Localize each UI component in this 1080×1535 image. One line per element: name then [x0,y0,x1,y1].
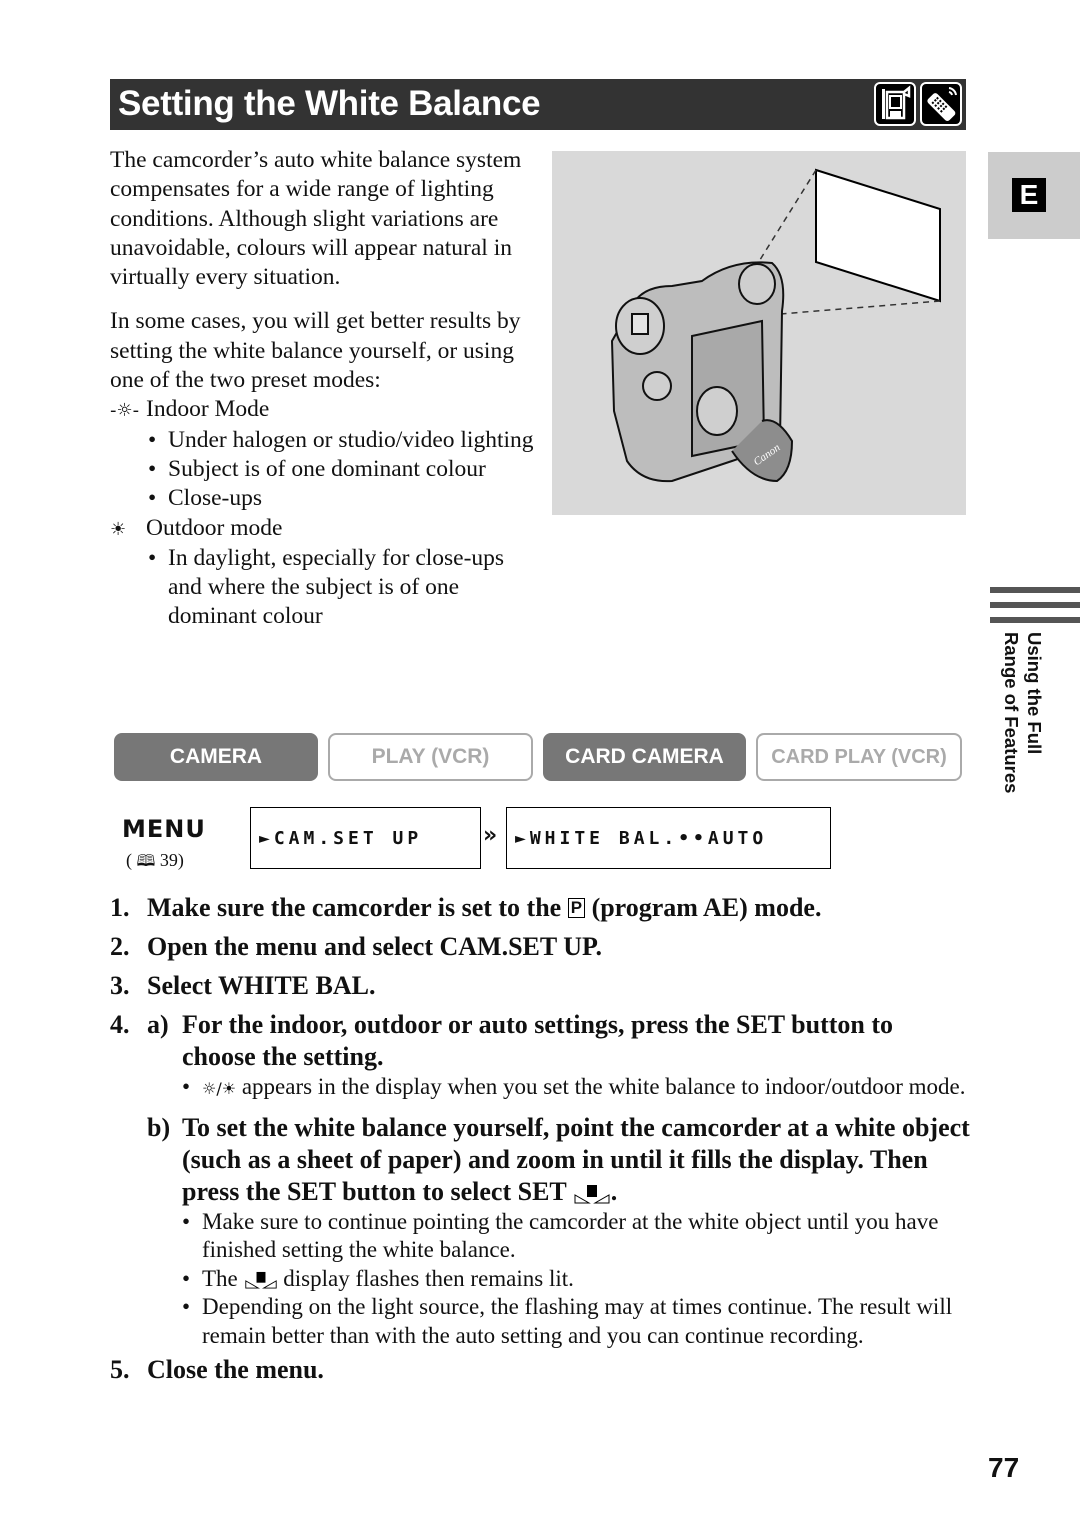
program-ae-icon: P [567,898,586,918]
set-white-balance-icon [574,1184,610,1204]
title-bar: Setting the White Balance [110,79,966,130]
step-3: 3. Select WHITE BAL. [110,971,376,1000]
mode-camera: CAMERA [114,733,318,781]
section-marker-bars [990,587,1080,632]
page-number: 77 [988,1452,1020,1483]
list-item: Close-ups [146,484,540,514]
instruction-steps: 1. Make sure the camcorder is set to the… [110,892,970,1393]
mode-card-play-vcr: CARD PLAY (VCR) [756,733,962,781]
list-item: Under halogen or studio/video lighting [146,426,540,456]
step-1: 1. Make sure the camcorder is set to the… [110,893,822,922]
note-item: ☼/☀ appears in the display when you set … [182,1073,970,1104]
remote-control-icon [920,82,962,126]
page-reference: ( 🕮 39) [126,850,184,870]
lcd-cam-set-up: ►CAM.SET UP [250,807,481,869]
indoor-mode-heading: -☼- Indoor Mode [110,395,540,425]
intro-paragraph-1: The camcorder’s auto white balance syste… [110,147,522,291]
camcorder-icon [874,82,916,126]
step-4b: b) To set the white balance yourself, po… [110,1112,970,1351]
mode-play-vcr: PLAY (VCR) [328,733,533,781]
outdoor-mode-heading: ☀ Outdoor mode [110,514,540,544]
section-label: Using the Full Range of Features [988,632,1048,802]
menu-label: MENU [122,815,206,843]
set-white-balance-icon [244,1272,277,1289]
note-item: Depending on the light source, the flash… [182,1293,970,1350]
intro-paragraph-2: In some cases, you will get better resul… [110,308,521,394]
page-title: Setting the White Balance [118,84,541,123]
list-item: In daylight, especially for close-ups an… [146,544,540,632]
mode-card-camera: CARD CAMERA [543,733,746,781]
note-item: Make sure to continue pointing the camco… [182,1208,970,1265]
step-5: 5. Close the menu. [110,1355,324,1384]
section-label-line-2: Range of Features [1001,632,1022,794]
lcd-white-bal: ►WHITE BAL.••AUTO [506,807,831,869]
book-icon: 🕮 [136,851,156,870]
intro-text: The camcorder’s auto white balance syste… [110,146,540,632]
step-4: 4. a) For the indoor, outdoor or auto se… [110,1009,970,1112]
language-letter: E [1012,178,1046,212]
indoor-mode-list: Under halogen or studio/video lighting S… [110,426,540,514]
double-chevron-right-icon: » [483,823,498,848]
section-label-line-1: Using the Full [1024,632,1045,755]
camcorder-illustration: Canon [552,151,966,515]
language-tab: E [988,152,1080,239]
operating-modes: CAMERA PLAY (VCR) CARD CAMERA CARD PLAY … [114,733,962,781]
indoor-bulb-icon: -☼- [110,400,140,422]
outdoor-mode-list: In daylight, especially for close-ups an… [110,544,540,632]
note-item: The display flashes then remains lit. [182,1265,970,1294]
step-4a: a) For the indoor, outdoor or auto setti… [147,1009,970,1112]
step-2: 2. Open the menu and select CAM.SET UP. [110,932,603,961]
list-item: Subject is of one dominant colour [146,455,540,485]
white-paper-target [815,168,941,303]
outdoor-sun-icon: ☀ [110,518,127,540]
indoor-outdoor-icon: ☼/☀ [202,1079,237,1098]
